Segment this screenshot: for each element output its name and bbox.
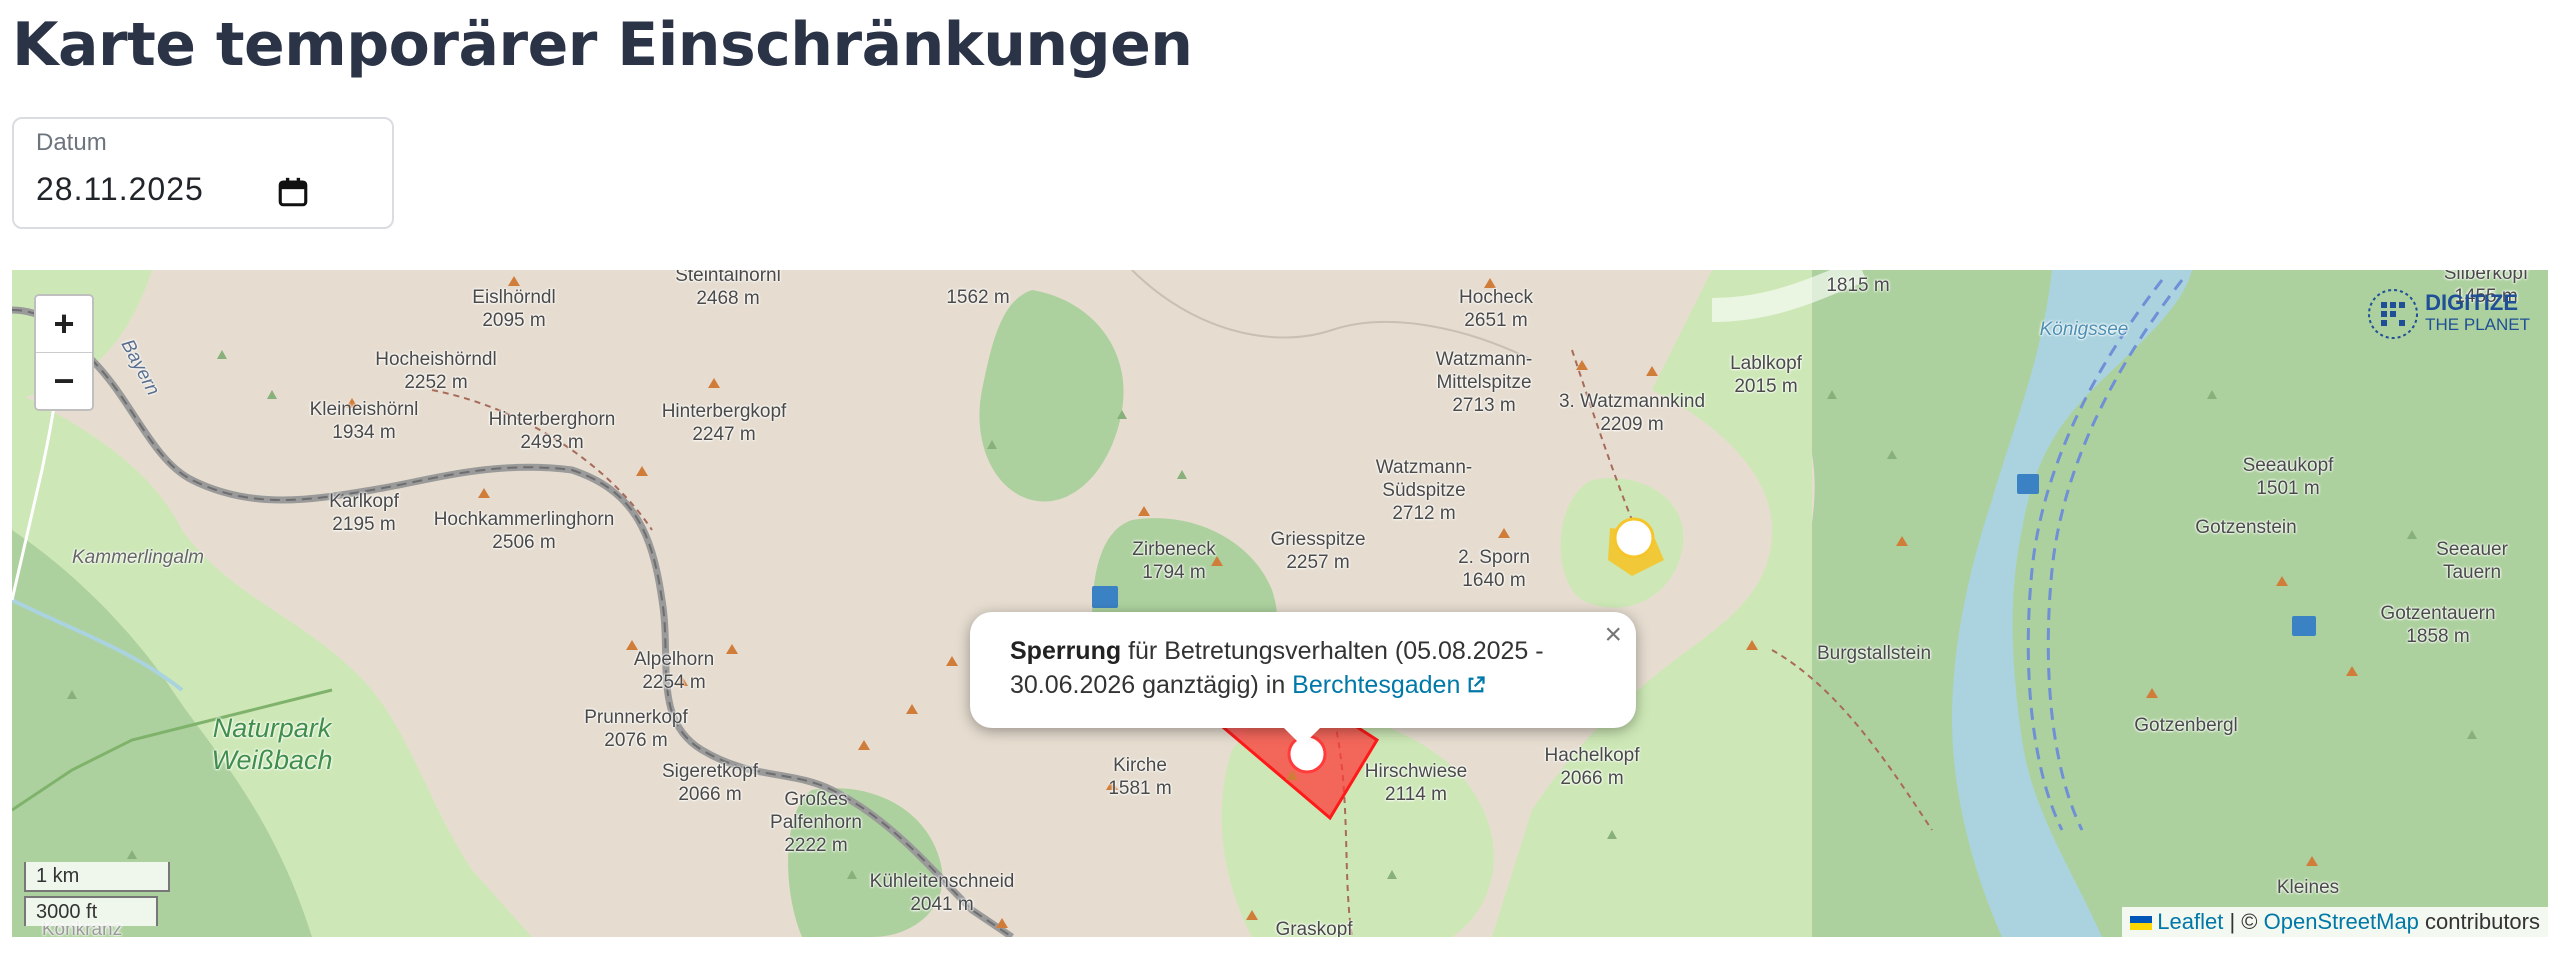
map-label-griesspitze: Griesspitze 2257 m	[1270, 529, 1366, 573]
restriction-popup: × Sperrung für Betretungsverhalten (05.0…	[970, 612, 1636, 728]
date-input-value[interactable]: 28.11.2025	[36, 171, 204, 208]
leaflet-link[interactable]: Leaflet	[2157, 909, 2223, 934]
map-label-burgstallstein: Burgstallstein	[1816, 643, 1932, 664]
popup-location-link[interactable]: Berchtesgaden	[1292, 671, 1460, 699]
map-label-grosses-palfenhorn: Großes Palfenhorn 2222 m	[770, 789, 862, 856]
zoom-in-button[interactable]: +	[36, 296, 92, 352]
map-label-sporn: 2. Sporn 1640 m	[1458, 547, 1530, 591]
map-label-seeauer-tauern: Seeauer Tauern	[2436, 539, 2508, 583]
zoom-control: + −	[34, 294, 94, 411]
map-label-watzmann-mittelspitze: Watzmann- Mittelspitze 2713 m	[1435, 349, 1533, 416]
map-label-prunnerkopf: Prunnerkopf 2076 m	[584, 707, 688, 751]
map-label-hachelkopf: Hachelkopf 2066 m	[1544, 745, 1640, 789]
ukraine-flag-icon	[2130, 916, 2153, 930]
map-attribution: Leaflet | © OpenStreetMap contributors	[2122, 907, 2548, 937]
map-label-kleineishoernl: Kleineishörnl 1934 m	[309, 399, 419, 443]
map-label-lablkopf: Lablkopf 2015 m	[1730, 353, 1802, 397]
map-label-hinterbergkopf: Hinterbergkopf 2247 m	[661, 401, 787, 445]
map-label-watzmannkind: 3. Watzmannkind 2209 m	[1558, 391, 1706, 435]
external-link-icon[interactable]	[1466, 675, 1486, 695]
map-label-1562: 1562 m	[946, 287, 1010, 308]
map-label-karlkopf: Karlkopf 2195 m	[329, 491, 399, 535]
map-label-alpelhorn: Alpelhorn 2254 m	[633, 649, 715, 693]
map-label-graskopf: Graskopf	[1275, 919, 1353, 937]
map-label-kleines: Kleines	[2276, 877, 2340, 898]
attribution-separator: | ©	[2229, 909, 2258, 934]
map-label-1815: 1815 m	[1826, 275, 1890, 296]
attribution-suffix: contributors	[2425, 909, 2540, 934]
map-label-seeaukopf: Seeaukopf 1501 m	[2242, 455, 2334, 499]
map-label-watzmann-suedspitze: Watzmann- Südspitze 2712 m	[1375, 457, 1473, 524]
popup-tip	[1280, 724, 1324, 746]
popup-title: Sperrung	[1010, 637, 1122, 665]
dtp-logo-icon	[2368, 289, 2419, 339]
map-label-hocheishoerndl: Hocheishörndl 2252 m	[375, 349, 497, 393]
osm-link[interactable]: OpenStreetMap	[2264, 909, 2419, 934]
map-label-naturpark-weissbach: Naturpark Weißbach	[211, 713, 333, 775]
map-label-steintalhoernl: Steintalhörnl 2468 m	[675, 270, 781, 309]
dtp-logo-line1: DIGITIZE	[2425, 290, 2519, 315]
map-label-sigeretkopf: Sigeretkopf 2066 m	[661, 761, 759, 805]
map-label-koenigssee: Königssee	[2039, 319, 2129, 340]
date-label: Datum	[36, 129, 107, 156]
calendar-icon[interactable]	[276, 175, 310, 209]
page-title: Karte temporärer Einschränkungen	[12, 10, 1193, 80]
map-label-gotzenstein: Gotzenstein	[2195, 517, 2297, 538]
map-label-kirche: Kirche 1581 m	[1108, 755, 1172, 799]
map-label-gotzentauern: Gotzentauern 1858 m	[2380, 603, 2496, 647]
map-label-kuehleitenschneid: Kühleitenschneid 2041 m	[869, 871, 1015, 915]
digitize-the-planet-logo[interactable]: DIGITIZE THE PLANET	[2367, 288, 2530, 340]
map-label-kammerlingalm: Kammerlingalm	[72, 547, 204, 568]
map-label-hocheck: Hocheck 2651 m	[1459, 287, 1533, 331]
scale-bar-imperial: 3000 ft	[24, 896, 158, 926]
map-label-zirbeneck: Zirbeneck 1794 m	[1132, 539, 1216, 583]
map-label-eislhoerndl: Eislhörndl 2095 m	[472, 287, 556, 331]
popup-close-button[interactable]: ×	[1604, 618, 1622, 652]
map[interactable]: Eislhörndl 2095 m Steintalhörnl 2468 m 1…	[12, 270, 2548, 937]
map-label-hirschwiese: Hirschwiese 2114 m	[1364, 761, 1468, 805]
date-field[interactable]: Datum 28.11.2025	[12, 117, 394, 229]
zoom-out-button[interactable]: −	[36, 352, 92, 409]
dtp-logo-line2: THE PLANET	[2425, 315, 2530, 334]
map-label-hinterberghorn: Hinterberghorn 2493 m	[488, 409, 616, 453]
map-label-gotzenbergl: Gotzenbergl	[2134, 715, 2238, 736]
map-label-hochkammerlinghorn: Hochkammerlinghorn 2506 m	[433, 509, 615, 553]
scale-bar-metric: 1 km	[24, 862, 170, 892]
